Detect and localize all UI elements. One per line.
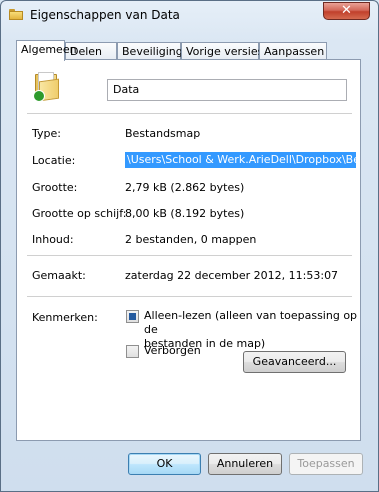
shared-folder-icon <box>33 70 61 102</box>
location-label: Locatie: <box>32 154 76 167</box>
folder-icon <box>9 9 23 20</box>
readonly-checkbox[interactable] <box>126 310 139 323</box>
size-value: 2,79 kB (2.862 bytes) <box>125 181 245 194</box>
readonly-label-line-1: Alleen-lezen (alleen van toepassing op d… <box>144 309 358 336</box>
contents-value: 2 bestanden, 0 mappen <box>125 233 257 246</box>
disk-size-label: Grootte op schijf: <box>32 207 127 220</box>
window-title: Eigenschappen van Data <box>30 8 180 22</box>
separator <box>27 255 352 256</box>
location-field[interactable]: \Users\School & Werk.ArieDell\Dropbox\Be… <box>125 152 356 168</box>
type-label: Type: <box>32 127 61 140</box>
cancel-button[interactable]: Annuleren <box>208 453 282 475</box>
hidden-checkbox[interactable] <box>126 345 139 358</box>
apply-button[interactable]: Toepassen <box>289 453 363 475</box>
disk-size-value: 8,00 kB (8.192 bytes) <box>125 207 245 220</box>
separator <box>27 113 352 114</box>
tab-aanpassen[interactable]: Aanpassen <box>259 42 327 60</box>
properties-window: Eigenschappen van Data ✕ Algemeen Delen … <box>0 0 379 492</box>
hidden-label[interactable]: Verborgen <box>144 344 201 358</box>
tab-beveiliging[interactable]: Beveiliging <box>117 42 183 60</box>
type-value: Bestandsmap <box>125 127 201 140</box>
close-button[interactable]: ✕ <box>323 2 370 20</box>
contents-label: Inhoud: <box>32 233 74 246</box>
title-bar[interactable]: Eigenschappen van Data ✕ <box>1 1 379 31</box>
attributes-label: Kenmerken: <box>32 311 98 324</box>
size-label: Grootte: <box>32 181 78 194</box>
created-label: Gemaakt: <box>32 269 86 282</box>
ok-button[interactable]: OK <box>128 453 201 475</box>
created-value: zaterdag 22 december 2012, 11:53:07 <box>125 269 339 282</box>
folder-name-input[interactable]: Data <box>107 79 347 101</box>
location-value[interactable]: \Users\School & Werk.ArieDell\Dropbox\Be… <box>125 152 356 168</box>
general-panel: Data Type: Bestandsmap Locatie: \Users\S… <box>16 59 361 441</box>
advanced-button[interactable]: Geavanceerd... <box>243 351 346 373</box>
tab-algemeen[interactable]: Algemeen <box>16 40 77 61</box>
tab-vorige-versies[interactable]: Vorige versies <box>181 42 263 60</box>
close-icon: ✕ <box>341 3 352 18</box>
separator <box>27 296 352 297</box>
